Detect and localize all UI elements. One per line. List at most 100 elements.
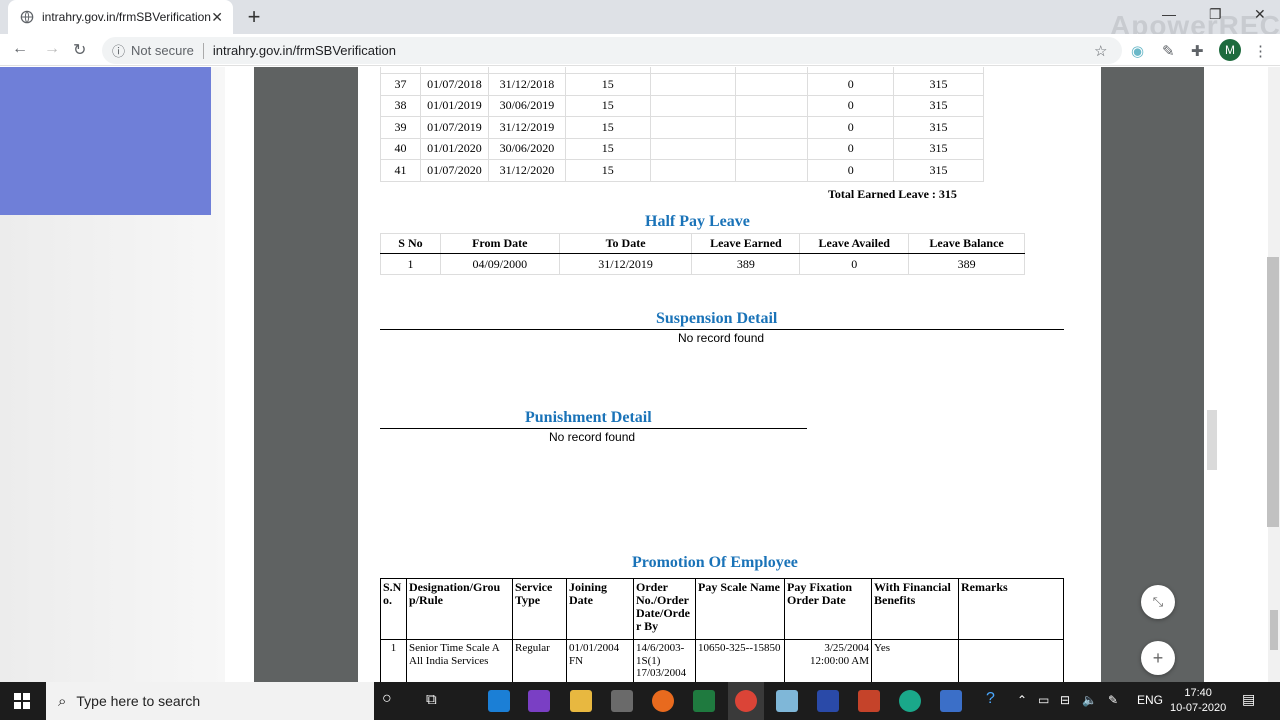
link-app-icon[interactable]	[817, 690, 839, 712]
bookmark-star-icon[interactable]: ☆	[1094, 42, 1107, 60]
language-indicator[interactable]: ENG	[1137, 693, 1163, 707]
column-header: Order No./Order Date/Orde r By	[633, 578, 696, 640]
earned-leave-table: 37 01/07/2018 31/12/2018 15 0 315 38 01/…	[380, 67, 984, 182]
extensions-puzzle-icon[interactable]: ✚	[1191, 42, 1204, 60]
visual-studio-icon[interactable]	[528, 690, 550, 712]
profile-avatar[interactable]: M	[1219, 39, 1241, 61]
help-icon[interactable]: ?	[986, 690, 995, 708]
back-arrow-icon[interactable]: ←	[12, 40, 28, 58]
cell-pay-scale: 10650-325--15850	[695, 639, 785, 682]
tray-chevron-up-icon[interactable]: ⌃	[1017, 693, 1027, 707]
edge-icon[interactable]	[488, 690, 510, 712]
promotion-table: S.N o. Designation/Grou p/Rule Service T…	[380, 578, 1064, 682]
viewer-scroll-thumb[interactable]	[1207, 410, 1217, 470]
cell-availed: 0	[807, 159, 895, 182]
windows-start-icon[interactable]	[14, 693, 30, 709]
column-header: From Date	[439, 233, 560, 254]
cell-from: 01/07/2020	[419, 159, 489, 182]
menu-dots-icon[interactable]: ⋮	[1253, 42, 1268, 60]
extension-recorder-icon[interactable]: ◉	[1131, 42, 1144, 60]
zoom-in-icon[interactable]: +	[1141, 641, 1175, 675]
address-bar[interactable]: ⓘ Not secure intrahry.gov.in/frmSBVerifi…	[102, 37, 1122, 64]
page-scroll-thumb[interactable]	[1267, 257, 1279, 527]
remote-app-icon[interactable]	[940, 690, 962, 712]
cell-sno: 38	[380, 94, 421, 117]
cell-to: 30/06/2020	[487, 137, 566, 160]
cell-balance: 315	[893, 137, 984, 160]
cell-balance: 315	[893, 73, 984, 96]
close-tab-icon[interactable]: ✕	[211, 9, 223, 26]
column-header: Pay Scale Name	[695, 578, 785, 640]
volume-icon[interactable]: 🔈	[1082, 693, 1097, 707]
battery-icon[interactable]: ▭	[1038, 693, 1049, 707]
url-text[interactable]: intrahry.gov.in/frmSBVerification	[213, 43, 396, 58]
cell-empty	[649, 73, 737, 96]
new-tab-button[interactable]: +	[244, 4, 264, 30]
globe-app-icon[interactable]	[899, 690, 921, 712]
cell-sno: 41	[380, 159, 421, 182]
windows-taskbar: ⌕ Type here to search ○ ⧉ ? ⌃ ▭ ⊟ 🔈 ✎ EN…	[0, 682, 1280, 720]
column-header: Designation/Grou p/Rule	[406, 578, 513, 640]
tools-app-icon[interactable]	[611, 690, 633, 712]
cortana-icon[interactable]: ○	[382, 690, 392, 708]
cell-earned: 15	[564, 116, 651, 139]
not-secure-label[interactable]: Not secure	[131, 43, 194, 58]
cell-empty	[649, 116, 737, 139]
left-blue-panel	[0, 67, 211, 215]
pen-icon[interactable]: ✎	[1108, 693, 1118, 707]
clock-time: 17:40	[1184, 687, 1212, 699]
table-row: 39 01/07/2019 31/12/2019 15 0 315	[380, 116, 984, 139]
cell-financial-benefits: Yes	[871, 639, 959, 682]
cell-empty	[735, 159, 809, 182]
cell-to: 31/12/2018	[487, 73, 566, 96]
browser-toolbar: ← → ↻ ⓘ Not secure intrahry.gov.in/frmSB…	[0, 34, 1280, 66]
network-icon[interactable]: ⊟	[1060, 693, 1070, 707]
clock-date: 10-07-2020	[1170, 702, 1227, 714]
column-header: To Date	[558, 233, 693, 254]
excel-icon[interactable]	[693, 690, 715, 712]
eyedropper-icon[interactable]: ✎	[1162, 42, 1175, 60]
cell-from: 04/09/2000	[439, 253, 560, 275]
fit-to-page-icon[interactable]: ⤡	[1141, 585, 1175, 619]
chrome-icon[interactable]	[735, 690, 757, 712]
app-icon[interactable]	[776, 690, 798, 712]
search-icon: ⌕	[58, 692, 67, 710]
cell-empty	[735, 116, 809, 139]
browser-tab[interactable]: intrahry.gov.in/frmSBVerification ✕	[8, 0, 233, 34]
cell-balance: 389	[908, 253, 1025, 275]
minimize-icon[interactable]: —	[1162, 6, 1176, 22]
globe-icon	[20, 10, 34, 24]
service-book-document: 37 01/07/2018 31/12/2018 15 0 315 38 01/…	[358, 67, 1101, 682]
cell-earned: 15	[564, 73, 651, 96]
system-clock[interactable]: 17:40 10-07-2020	[1170, 686, 1226, 716]
cell-sno: 1	[380, 253, 441, 275]
cell-earned: 15	[564, 159, 651, 182]
forward-arrow-icon[interactable]: →	[44, 40, 60, 58]
cell-sno: 40	[380, 137, 421, 160]
secondary-scroll-thumb[interactable]	[1270, 610, 1278, 650]
reload-icon[interactable]: ↻	[73, 40, 86, 60]
cell-balance: 315	[893, 116, 984, 139]
suspension-empty-text: No record found	[678, 331, 765, 345]
cell-availed: 0	[807, 73, 895, 96]
close-window-icon[interactable]: ✕	[1254, 6, 1266, 23]
search-placeholder[interactable]: Type here to search	[76, 693, 200, 709]
cell-availed: 0	[799, 253, 910, 275]
column-header: With Financial Benefits	[871, 578, 959, 640]
cell-from: 01/01/2019	[419, 94, 489, 117]
firefox-icon[interactable]	[652, 690, 674, 712]
info-icon[interactable]: ⓘ	[112, 41, 125, 60]
restore-icon[interactable]: ❐	[1209, 6, 1222, 23]
column-header: S No	[380, 233, 441, 254]
powerpoint-icon[interactable]	[858, 690, 880, 712]
suspension-divider	[380, 329, 1064, 330]
task-view-icon[interactable]: ⧉	[426, 691, 437, 708]
cell-designation: Senior Time Scale A All India Services	[406, 639, 513, 682]
file-explorer-icon[interactable]	[570, 690, 592, 712]
cell-order: 14/6/2003-1S(1) 17/03/2004	[633, 639, 696, 682]
cell-empty	[649, 159, 737, 182]
cell-empty	[735, 137, 809, 160]
taskbar-search[interactable]: ⌕ Type here to search	[46, 682, 374, 720]
action-center-icon[interactable]: ▤	[1242, 691, 1255, 708]
cell-from: 01/01/2020	[419, 137, 489, 160]
